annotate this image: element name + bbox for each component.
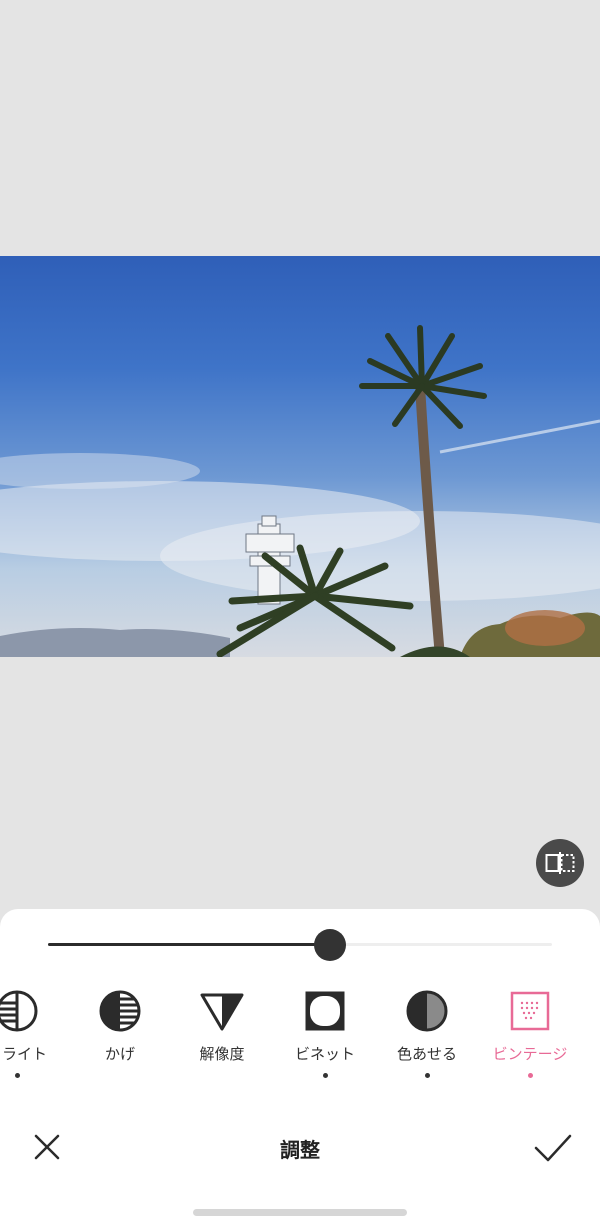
bottom-bar: 調整 <box>0 1118 600 1178</box>
shadow-icon <box>99 990 141 1032</box>
modified-dot <box>527 1073 533 1078</box>
slider-knob[interactable] <box>314 929 347 961</box>
modified-dot <box>220 1073 225 1078</box>
tool-highlight[interactable]: イライト <box>0 985 69 1078</box>
fade-icon <box>406 990 448 1032</box>
compare-split-icon <box>545 852 575 874</box>
home-indicator <box>193 1209 407 1216</box>
modified-dot <box>118 1073 123 1078</box>
modified-dot <box>14 1073 20 1078</box>
modified-dot <box>424 1073 430 1078</box>
tool-label: 解像度 <box>199 1045 245 1063</box>
tool-shadow[interactable]: かげ <box>68 985 172 1078</box>
highlight-icon <box>0 990 38 1032</box>
confirm-button[interactable] <box>530 1128 576 1168</box>
tool-fade[interactable]: 色あせる <box>375 985 479 1078</box>
tool-label: かげ <box>104 1045 135 1063</box>
slider-fill <box>48 943 331 946</box>
photo-scene <box>0 325 600 657</box>
sharpness-icon <box>200 993 244 1031</box>
tool-label: イライト <box>0 1045 47 1063</box>
panel-title: 調整 <box>280 1138 320 1162</box>
tool-row: イライト かげ 解像度 ビネット 色あ <box>0 985 600 1085</box>
compare-button[interactable] <box>536 839 584 887</box>
tool-label: ビネット <box>294 1045 355 1063</box>
tool-vintage[interactable]: ビンテージ <box>478 985 582 1078</box>
vintage-icon <box>510 991 550 1031</box>
checkmark-icon <box>534 1134 572 1162</box>
tool-vignette[interactable]: ビネット <box>273 985 377 1078</box>
tool-label: ビンテージ <box>492 1045 568 1063</box>
vignette-icon <box>305 991 345 1031</box>
tool-label: 色あせる <box>396 1045 457 1063</box>
photo-preview <box>0 256 600 657</box>
intensity-slider[interactable] <box>48 929 552 961</box>
modified-dot <box>322 1073 328 1078</box>
tool-sharpness[interactable]: 解像度 <box>170 985 274 1078</box>
